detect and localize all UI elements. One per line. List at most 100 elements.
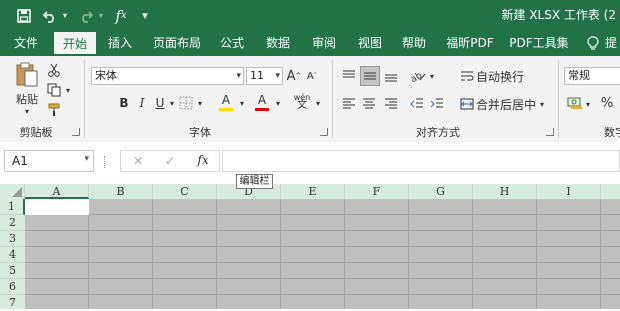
row-header[interactable]: 2	[0, 215, 25, 231]
row-header[interactable]: 6	[0, 279, 25, 295]
paste-label: 粘贴	[16, 93, 38, 106]
customize-toolbar-icon[interactable]: ▾	[138, 0, 152, 31]
tab-review[interactable]: 审阅	[304, 31, 344, 56]
tab-data[interactable]: 数据	[258, 31, 298, 56]
wrap-text-button[interactable]: 自动换行	[476, 67, 524, 85]
lightbulb-icon[interactable]	[586, 31, 600, 56]
borders-dropdown-icon[interactable]: ▾	[196, 96, 204, 110]
align-left-icon[interactable]	[340, 95, 358, 113]
increase-font-size-icon[interactable]: A ^	[286, 67, 302, 85]
tab-foxit-pdf[interactable]: 福昕PDF	[440, 31, 500, 56]
cell-area[interactable]	[25, 199, 620, 309]
column-header[interactable]: F	[345, 184, 409, 199]
column-header[interactable]: I	[537, 184, 601, 199]
fill-color-button[interactable]: A	[216, 92, 236, 112]
phonetic-guide-button[interactable]: wén 文	[290, 92, 314, 112]
alignment-launcher-icon[interactable]	[546, 128, 554, 136]
tab-view[interactable]: 视图	[350, 31, 390, 56]
font-color-letter: A	[257, 92, 267, 107]
fill-color-dropdown-icon[interactable]: ▾	[238, 96, 246, 110]
orientation-dropdown-icon[interactable]: ▾	[428, 69, 436, 83]
insert-function-icon[interactable]: fx	[194, 153, 212, 169]
tab-file[interactable]: 文件	[6, 31, 46, 56]
svg-text:ab: ab	[410, 71, 424, 82]
column-header[interactable]: E	[281, 184, 345, 199]
borders-icon[interactable]	[178, 94, 194, 112]
save-icon[interactable]	[10, 0, 38, 31]
paste-dropdown-icon[interactable]: ▾	[20, 106, 34, 116]
copy-dropdown-icon[interactable]: ▾	[64, 84, 72, 96]
format-painter-icon[interactable]	[46, 102, 62, 118]
column-header[interactable]: G	[409, 184, 473, 199]
percent-style-button[interactable]: %	[598, 94, 616, 112]
italic-button[interactable]: I	[134, 94, 150, 112]
number-format-combo[interactable]: 常规	[564, 67, 620, 85]
row-header[interactable]: 5	[0, 263, 25, 279]
drag-handle[interactable]	[104, 156, 108, 168]
cancel-icon[interactable]: ✕	[130, 154, 146, 170]
wrap-text-icon[interactable]	[458, 67, 476, 85]
merge-center-icon[interactable]	[458, 95, 476, 113]
font-size-value: 11	[250, 69, 264, 82]
undo-icon[interactable]	[40, 0, 60, 31]
select-all-corner[interactable]	[0, 184, 25, 199]
phonetic-icon: 文	[297, 100, 307, 111]
orientation-icon[interactable]: ab	[408, 67, 428, 85]
align-middle-icon[interactable]	[360, 66, 380, 86]
underline-button[interactable]: U	[152, 94, 168, 112]
tab-tell-me[interactable]: 提	[604, 31, 618, 56]
number-format-value: 常规	[568, 69, 590, 82]
active-cell-a1[interactable]	[25, 199, 89, 215]
align-right-icon[interactable]	[382, 95, 400, 113]
enter-icon[interactable]: ✓	[162, 154, 178, 170]
increase-indent-icon[interactable]	[428, 95, 446, 113]
tab-help[interactable]: 帮助	[394, 31, 434, 56]
decrease-font-size-icon[interactable]: Aˇ	[304, 67, 320, 85]
row-header[interactable]: 7	[0, 295, 25, 309]
column-header[interactable]: B	[89, 184, 153, 199]
underline-dropdown-icon[interactable]: ▾	[168, 96, 176, 110]
row-header[interactable]: 3	[0, 231, 25, 247]
redo-dropdown-icon[interactable]: ▾	[96, 0, 106, 31]
cut-icon[interactable]	[46, 62, 62, 78]
ribbon: 粘贴 ▾ ▾ 剪贴板 宋体 ▾ 11 ▾ A ^ Aˇ B I U ▾ ▾ A ▾…	[0, 56, 620, 143]
merge-dropdown-icon[interactable]: ▾	[538, 97, 546, 111]
align-center-icon[interactable]	[360, 95, 378, 113]
column-header[interactable]: H	[473, 184, 537, 199]
align-bottom-icon[interactable]	[382, 67, 400, 85]
column-header[interactable]: C	[153, 184, 217, 199]
decrease-indent-icon[interactable]	[408, 95, 426, 113]
tab-pdf-tools[interactable]: PDF工具集	[506, 31, 572, 56]
column-header[interactable]: A	[25, 184, 89, 199]
ribbon-tabs: 文件 开始 插入 页面布局 公式 数据 审阅 视图 帮助 福昕PDF PDF工具…	[0, 31, 620, 56]
font-launcher-icon[interactable]	[320, 128, 328, 136]
phonetic-dropdown-icon[interactable]: ▾	[314, 96, 322, 110]
clipboard-launcher-icon[interactable]	[72, 128, 80, 136]
font-color-dropdown-icon[interactable]: ▾	[274, 96, 282, 110]
name-box-value: A1	[12, 154, 28, 168]
font-size-combo[interactable]: 11 ▾	[246, 67, 283, 85]
column-header[interactable]	[601, 184, 620, 199]
font-color-swatch	[255, 107, 269, 111]
paste-icon[interactable]	[12, 60, 42, 90]
tab-insert[interactable]: 插入	[100, 31, 140, 56]
paste-button[interactable]: 粘贴	[12, 92, 42, 106]
copy-icon[interactable]	[46, 82, 62, 98]
bold-button[interactable]: B	[116, 94, 132, 112]
font-color-button[interactable]: A	[252, 92, 272, 112]
formula-input[interactable]	[222, 150, 620, 172]
align-top-icon[interactable]	[340, 67, 358, 85]
redo-icon[interactable]	[76, 0, 96, 31]
undo-dropdown-icon[interactable]: ▾	[60, 0, 70, 31]
row-header[interactable]: 4	[0, 247, 25, 263]
tab-page-layout[interactable]: 页面布局	[148, 31, 206, 56]
function-icon[interactable]: fx	[110, 0, 132, 31]
merge-center-button[interactable]: 合并后居中	[476, 95, 536, 113]
tab-home[interactable]: 开始	[54, 32, 96, 56]
tab-formulas[interactable]: 公式	[212, 31, 252, 56]
accounting-dropdown-icon[interactable]: ▾	[584, 97, 592, 111]
accounting-format-icon[interactable]	[566, 94, 584, 112]
row-header[interactable]: 1	[0, 199, 25, 215]
font-name-combo[interactable]: 宋体 ▾	[91, 67, 244, 85]
name-box[interactable]: A1 ▾	[4, 150, 94, 172]
